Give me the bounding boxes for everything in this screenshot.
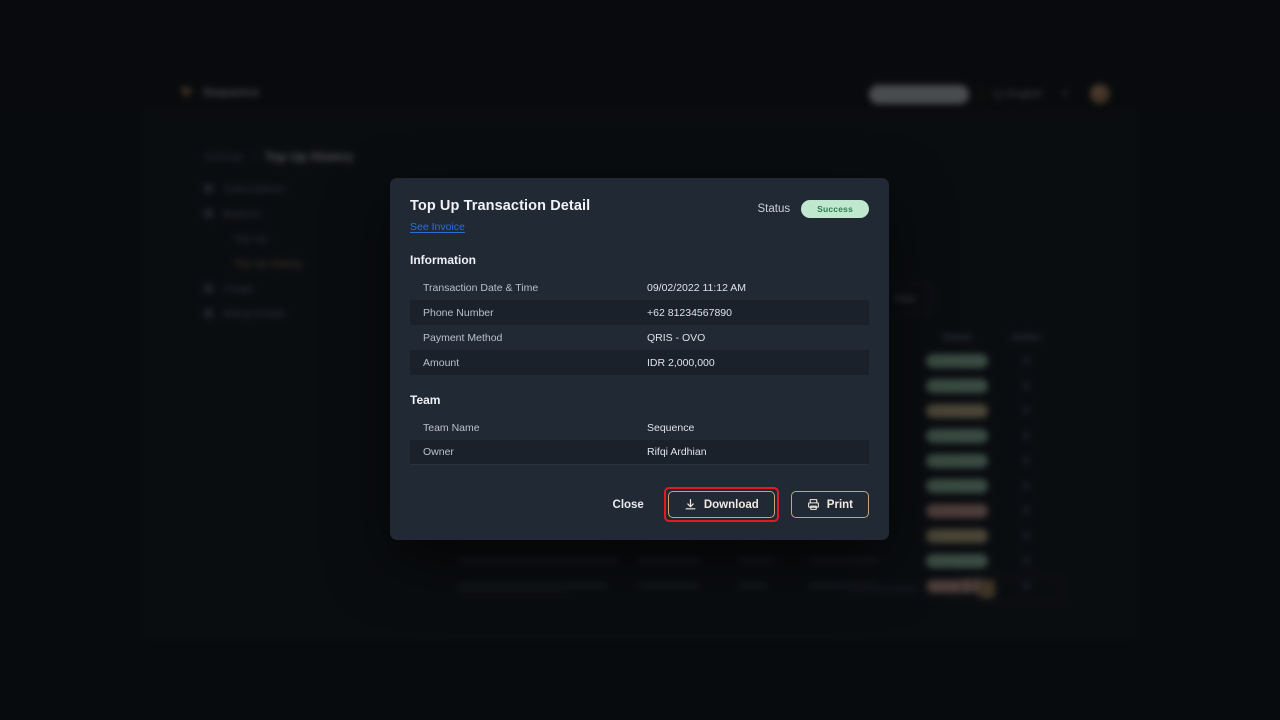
see-invoice-link[interactable]: See Invoice [410,221,465,233]
table-row: Payment Method QRIS - OVO [410,325,869,350]
information-table: Transaction Date & Time 09/02/2022 11:12… [410,275,869,375]
status-label: Status [757,203,791,215]
modal-header: Top Up Transaction Detail See Invoice St… [410,198,869,235]
row-key: Team Name [423,421,480,434]
row-value: Rifqi Ardhian [647,446,707,458]
print-label: Print [826,498,853,511]
download-focus-ring: Download [663,487,779,522]
row-key: Payment Method [423,331,503,344]
transaction-detail-modal: Top Up Transaction Detail See Invoice St… [390,178,889,540]
print-button[interactable]: Print [790,491,869,518]
status-badge: Success [801,200,869,218]
table-row: Transaction Date & Time 09/02/2022 11:12… [410,275,869,300]
modal-title: Top Up Transaction Detail [410,198,591,214]
row-value: IDR 2,000,000 [647,356,715,369]
row-value: Sequence [647,421,695,434]
row-key: Owner [423,446,454,458]
download-button[interactable]: Download [667,491,775,518]
row-key: Phone Number [423,306,494,319]
modal-actions: Close Download Print [605,487,869,522]
close-button[interactable]: Close [605,493,652,517]
printer-icon [807,499,819,510]
status-group: Status Success [757,200,869,218]
team-table: Team Name Sequence Owner Rifqi Ardhian [410,415,869,465]
row-key: Transaction Date & Time [423,281,539,294]
download-label: Download [703,498,759,511]
table-row: Phone Number +62 81234567890 [410,300,869,325]
download-icon [685,499,696,510]
row-value: +62 81234567890 [647,306,732,319]
table-row: Owner Rifqi Ardhian [410,440,869,465]
row-value: QRIS - OVO [647,331,706,344]
row-key: Amount [423,356,460,369]
table-row: Team Name Sequence [410,415,869,440]
section-heading-information: Information [410,253,476,267]
row-value: 09/02/2022 11:12 AM [647,281,747,294]
section-heading-team: Team [410,393,441,407]
table-row: Amount IDR 2,000,000 [410,350,869,375]
